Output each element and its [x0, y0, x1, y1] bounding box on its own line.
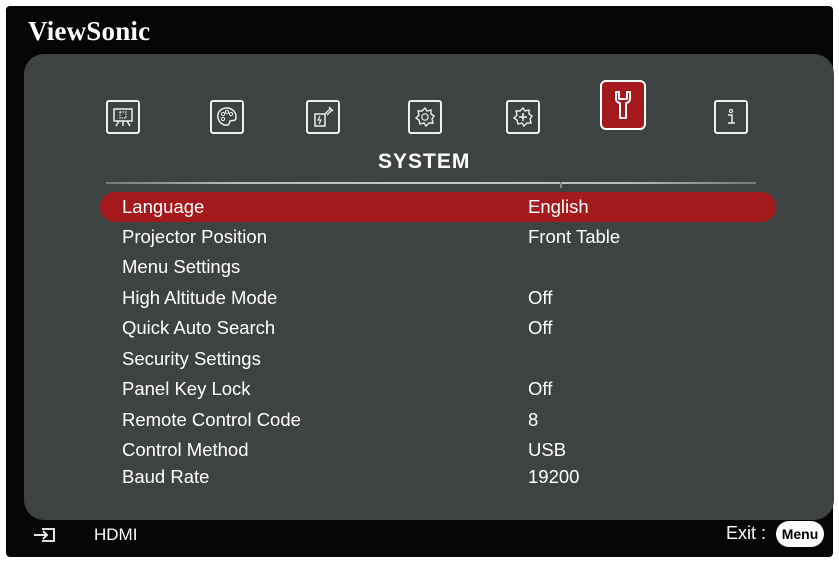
menu-item-control-method[interactable]: Control Method USB [100, 435, 776, 465]
menu-panel: SYSTEM Language English Projector Positi… [24, 54, 834, 520]
menu-item-label: Quick Auto Search [122, 317, 276, 338]
menu-item-label: Baud Rate [122, 466, 210, 487]
menu-item-high-altitude-mode[interactable]: High Altitude Mode Off [100, 283, 776, 313]
menu-item-language[interactable]: Language English [100, 192, 776, 222]
menu-item-label: Control Method [122, 439, 249, 460]
tab-information[interactable] [714, 100, 748, 134]
basic-gear-icon [414, 106, 435, 128]
menu-item-label: Language [122, 196, 205, 217]
divider-notch [560, 182, 562, 188]
menu-item-menu-settings[interactable]: Menu Settings [100, 252, 776, 282]
osd-window: ViewSonic SYSTEM Language English Projec… [6, 6, 834, 557]
advanced-gear-icon [512, 106, 533, 128]
menu-item-value: 8 [528, 409, 539, 430]
menu-item-remote-control-code[interactable]: Remote Control Code 8 [100, 405, 776, 435]
divider [106, 182, 756, 184]
tab-advanced[interactable] [506, 100, 540, 134]
tab-power-management[interactable] [306, 100, 340, 134]
menu-item-value: Off [528, 378, 553, 399]
menu-item-label: Security Settings [122, 348, 261, 369]
menu-item-value: Off [528, 287, 553, 308]
menu-item-label: Projector Position [122, 226, 267, 247]
tab-system[interactable] [600, 80, 646, 130]
power-management-icon [314, 106, 334, 127]
menu-item-label: Remote Control Code [122, 409, 301, 430]
section-title: SYSTEM [378, 150, 471, 173]
menu-item-label: High Altitude Mode [122, 287, 278, 308]
menu-item-value: USB [528, 439, 567, 460]
brand-logo: ViewSonic [28, 16, 151, 46]
display-icon [113, 108, 133, 127]
tab-bar [24, 54, 834, 144]
menu-button[interactable]: Menu [776, 521, 824, 547]
wrench-icon [615, 91, 631, 119]
input-source-icon [34, 528, 55, 542]
tab-basic[interactable] [408, 100, 442, 134]
menu-item-label: Panel Key Lock [122, 378, 251, 399]
menu-item-value: 19200 [528, 466, 580, 487]
menu-item-baud-rate[interactable]: Baud Rate 19200 [100, 462, 776, 492]
input-source-label: HDMI [94, 525, 138, 544]
menu-item-value: English [528, 196, 589, 217]
menu-item-label: Menu Settings [122, 256, 241, 277]
menu-item-quick-auto-search[interactable]: Quick Auto Search Off [100, 313, 776, 343]
menu-item-security-settings[interactable]: Security Settings [100, 344, 776, 374]
exit-label: Exit : [726, 523, 767, 543]
info-icon [728, 108, 735, 124]
menu-item-projector-position[interactable]: Projector Position Front Table [100, 222, 776, 252]
menu-item-value: Front Table [528, 226, 621, 247]
tab-picture[interactable] [210, 100, 244, 134]
menu-item-value: Off [528, 317, 553, 338]
palette-icon [217, 107, 237, 126]
menu-item-panel-key-lock[interactable]: Panel Key Lock Off [100, 374, 776, 404]
tab-display[interactable] [106, 100, 140, 134]
